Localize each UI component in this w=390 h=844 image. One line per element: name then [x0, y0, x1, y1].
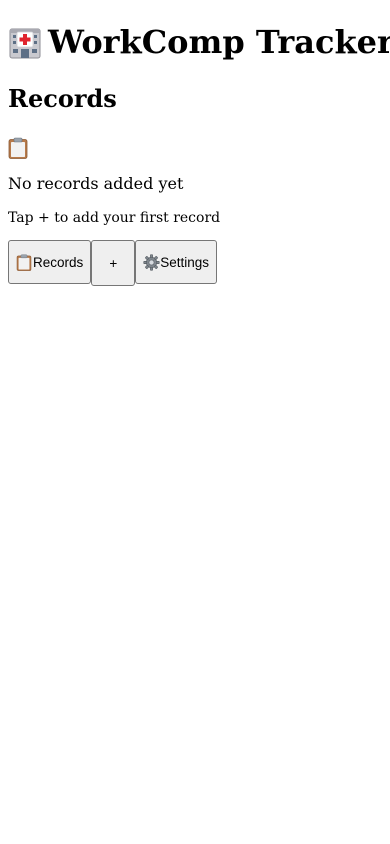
section-title: Records	[8, 84, 117, 113]
bottom-navigation: Records + Settings	[8, 240, 218, 286]
app-title-text: WorkComp Tracker	[48, 23, 390, 61]
hospital-icon	[8, 25, 42, 59]
empty-state-hint: Tap + to add your first record	[8, 210, 221, 226]
clipboard-icon	[16, 254, 32, 271]
app-title: WorkComp Tracker	[8, 22, 390, 62]
records-button[interactable]: Records	[8, 240, 92, 284]
clipboard-icon	[8, 137, 28, 159]
gear-icon	[143, 253, 160, 271]
add-record-button[interactable]: +	[91, 240, 136, 286]
records-button-label: Records	[33, 254, 84, 270]
settings-button[interactable]: Settings	[135, 240, 218, 284]
empty-state-title: No records added yet	[8, 174, 184, 193]
settings-button-label: Settings	[160, 254, 210, 270]
